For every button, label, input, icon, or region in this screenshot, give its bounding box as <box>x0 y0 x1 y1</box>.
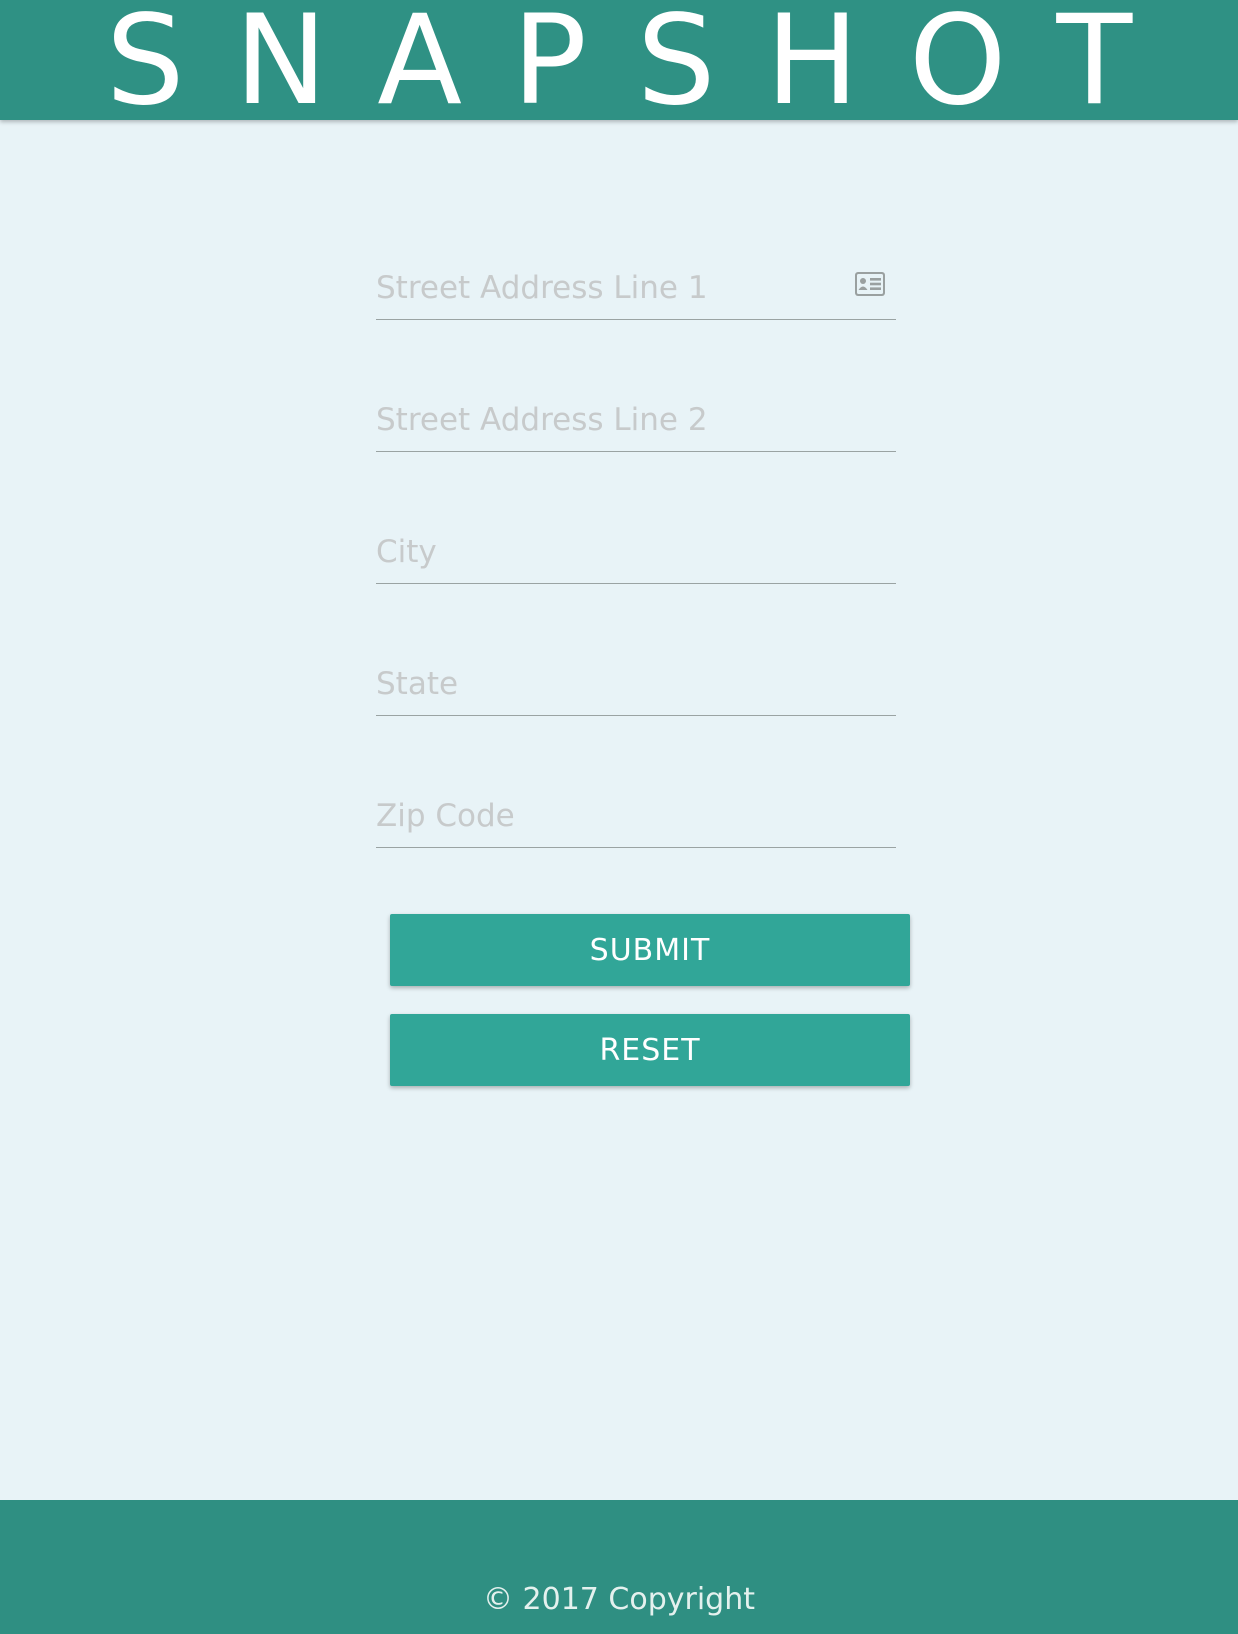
city-field <box>376 523 896 584</box>
app-header: SNAPSHOT <box>0 0 1238 120</box>
state-field <box>376 655 896 716</box>
brand-logo: SNAPSHOT <box>105 0 1183 120</box>
street-address-line-2-field <box>376 391 896 452</box>
page-footer: © 2017 Copyright <box>0 1500 1238 1634</box>
street-address-line-2-input[interactable] <box>376 391 876 449</box>
city-input[interactable] <box>376 523 876 581</box>
street-address-line-1-input[interactable] <box>376 259 876 317</box>
contact-card-icon <box>855 272 885 296</box>
reset-button[interactable]: RESET <box>390 1014 910 1086</box>
copyright-text: © 2017 Copyright <box>482 1582 755 1617</box>
state-input[interactable] <box>376 655 876 713</box>
zip-code-field <box>376 787 896 848</box>
zip-code-input[interactable] <box>376 787 876 845</box>
submit-button[interactable]: SUBMIT <box>390 914 910 986</box>
street-address-line-1-field <box>376 259 896 320</box>
